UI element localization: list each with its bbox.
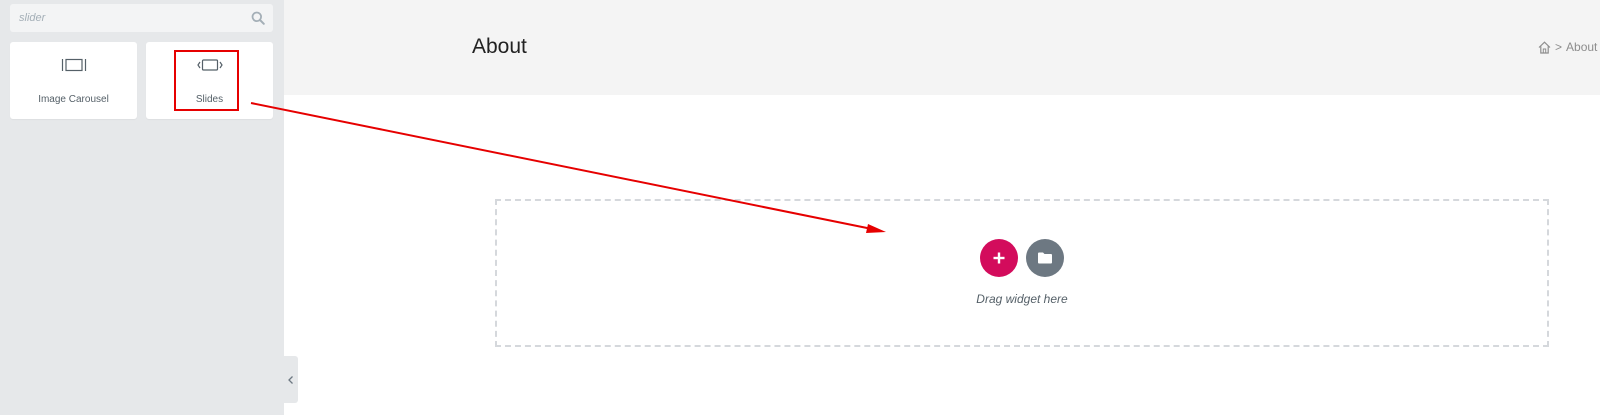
- image-carousel-icon: [61, 58, 86, 72]
- add-section-button[interactable]: [980, 239, 1018, 277]
- slides-icon: [196, 59, 223, 71]
- chevron-left-icon: [288, 375, 293, 384]
- folder-icon: [1038, 252, 1052, 264]
- drop-zone-buttons: [497, 239, 1547, 277]
- widget-drop-zone[interactable]: Drag widget here: [495, 199, 1549, 347]
- widget-label: Slides: [195, 94, 224, 105]
- breadcrumb: > About: [1538, 40, 1597, 54]
- widget-panel: Image Carousel Slides: [0, 0, 284, 415]
- add-template-button[interactable]: [1026, 239, 1064, 277]
- breadcrumb-current: About: [1566, 40, 1598, 54]
- editor-window: Image Carousel Slides About: [0, 0, 1600, 415]
- widget-search: [10, 4, 273, 32]
- page-canvas: About > About Drag widget here: [284, 0, 1600, 415]
- widget-slides[interactable]: Slides: [146, 42, 273, 119]
- widget-image-carousel[interactable]: Image Carousel: [10, 42, 137, 119]
- page-header: About > About: [284, 0, 1600, 95]
- page-title: About: [472, 35, 527, 58]
- plus-icon: [993, 252, 1005, 264]
- home-icon[interactable]: [1538, 40, 1551, 54]
- breadcrumb-separator: >: [1555, 40, 1563, 54]
- search-icon[interactable]: [251, 11, 265, 25]
- search-input[interactable]: [10, 4, 240, 32]
- widget-grid: Image Carousel Slides: [10, 42, 273, 120]
- collapse-panel-button[interactable]: [284, 356, 298, 403]
- widget-label: Image Carousel: [38, 94, 109, 105]
- drop-zone-hint: Drag widget here: [976, 292, 1068, 306]
